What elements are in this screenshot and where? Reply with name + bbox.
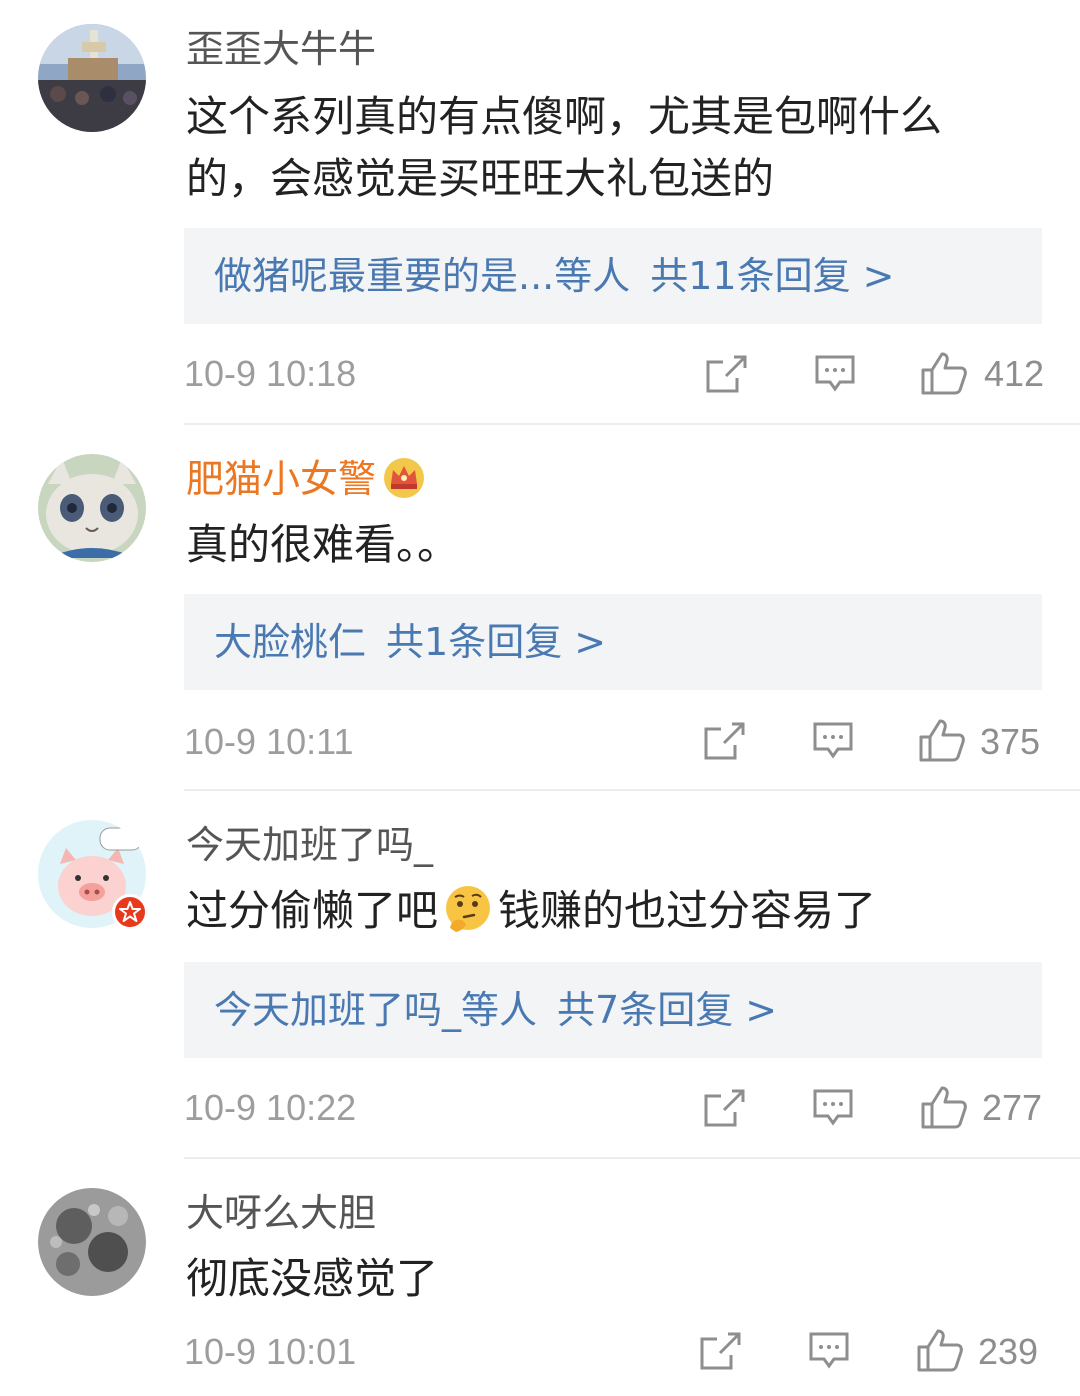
reply-count: 共1条回复 >	[386, 620, 607, 664]
share-icon[interactable]	[704, 354, 748, 394]
user-avatar[interactable]	[38, 24, 146, 132]
like-count: 375	[980, 721, 1041, 762]
divider	[184, 423, 1080, 425]
divider	[184, 789, 1080, 791]
like-icon[interactable]	[918, 717, 966, 763]
reply-link[interactable]: 大脸桃仁 共1条回复 >	[214, 618, 606, 666]
reply-preview[interactable]: 大脸桃仁 共1条回复 >	[184, 594, 1042, 690]
comment-text-part: 过分偷懒了吧	[186, 886, 439, 935]
thinking-face-emoji-icon	[446, 885, 491, 932]
reply-users: 今天加班了吗_等人	[214, 988, 538, 1032]
comment-icon[interactable]	[812, 721, 854, 761]
username[interactable]: 今天加班了吗_	[186, 822, 433, 868]
comment-text-part: 钱赚的也过分容易了	[498, 886, 877, 935]
like-count: 412	[984, 353, 1045, 394]
comment-text: 真的很难看。。	[186, 520, 460, 569]
comment-text: 过分偷懒了吧 钱赚的也过分容易了	[186, 880, 986, 942]
comment-icon[interactable]	[814, 354, 856, 394]
reply-users: 做猪呢最重要的是...等人	[214, 254, 631, 298]
comment-time: 10-9 10:18	[184, 353, 357, 394]
comment-text: 彻底没感觉了	[186, 1254, 439, 1303]
divider	[184, 1157, 1080, 1159]
reply-count: 共7条回复 >	[557, 988, 778, 1032]
reply-preview[interactable]: 做猪呢最重要的是...等人 共11条回复 >	[184, 228, 1042, 324]
username[interactable]: 肥猫小女警	[186, 456, 426, 502]
share-icon[interactable]	[702, 1088, 746, 1128]
comment-time: 10-9 10:01	[184, 1331, 357, 1372]
share-icon[interactable]	[702, 721, 746, 761]
like-count: 277	[982, 1087, 1043, 1128]
verified-badge-icon	[112, 894, 148, 930]
username[interactable]: 大呀么大胆	[186, 1190, 376, 1236]
like-icon[interactable]	[920, 1084, 968, 1130]
like-icon[interactable]	[916, 1327, 964, 1373]
like-icon[interactable]	[920, 350, 968, 396]
comment-icon[interactable]	[808, 1331, 850, 1371]
comment-time: 10-9 10:22	[184, 1087, 357, 1128]
comment-text: 这个系列真的有点傻啊，尤其是包啊什么的，会感觉是买旺旺大礼包送的	[186, 92, 943, 203]
user-avatar[interactable]	[38, 1188, 146, 1296]
reply-users: 大脸桃仁	[214, 620, 367, 664]
username[interactable]: 歪歪大牛牛	[186, 26, 376, 72]
username-text: 肥猫小女警	[186, 457, 377, 501]
reply-link[interactable]: 做猪呢最重要的是...等人 共11条回复 >	[214, 252, 895, 300]
user-avatar[interactable]	[38, 454, 146, 562]
reply-link[interactable]: 今天加班了吗_等人 共7条回复 >	[214, 986, 777, 1034]
like-count: 239	[978, 1331, 1039, 1372]
comment-icon[interactable]	[812, 1088, 854, 1128]
share-icon[interactable]	[698, 1331, 742, 1371]
reply-count: 共11条回复 >	[650, 254, 895, 298]
reply-preview[interactable]: 今天加班了吗_等人 共7条回复 >	[184, 962, 1042, 1058]
crown-icon	[384, 457, 425, 498]
comment-time: 10-9 10:11	[184, 721, 354, 762]
